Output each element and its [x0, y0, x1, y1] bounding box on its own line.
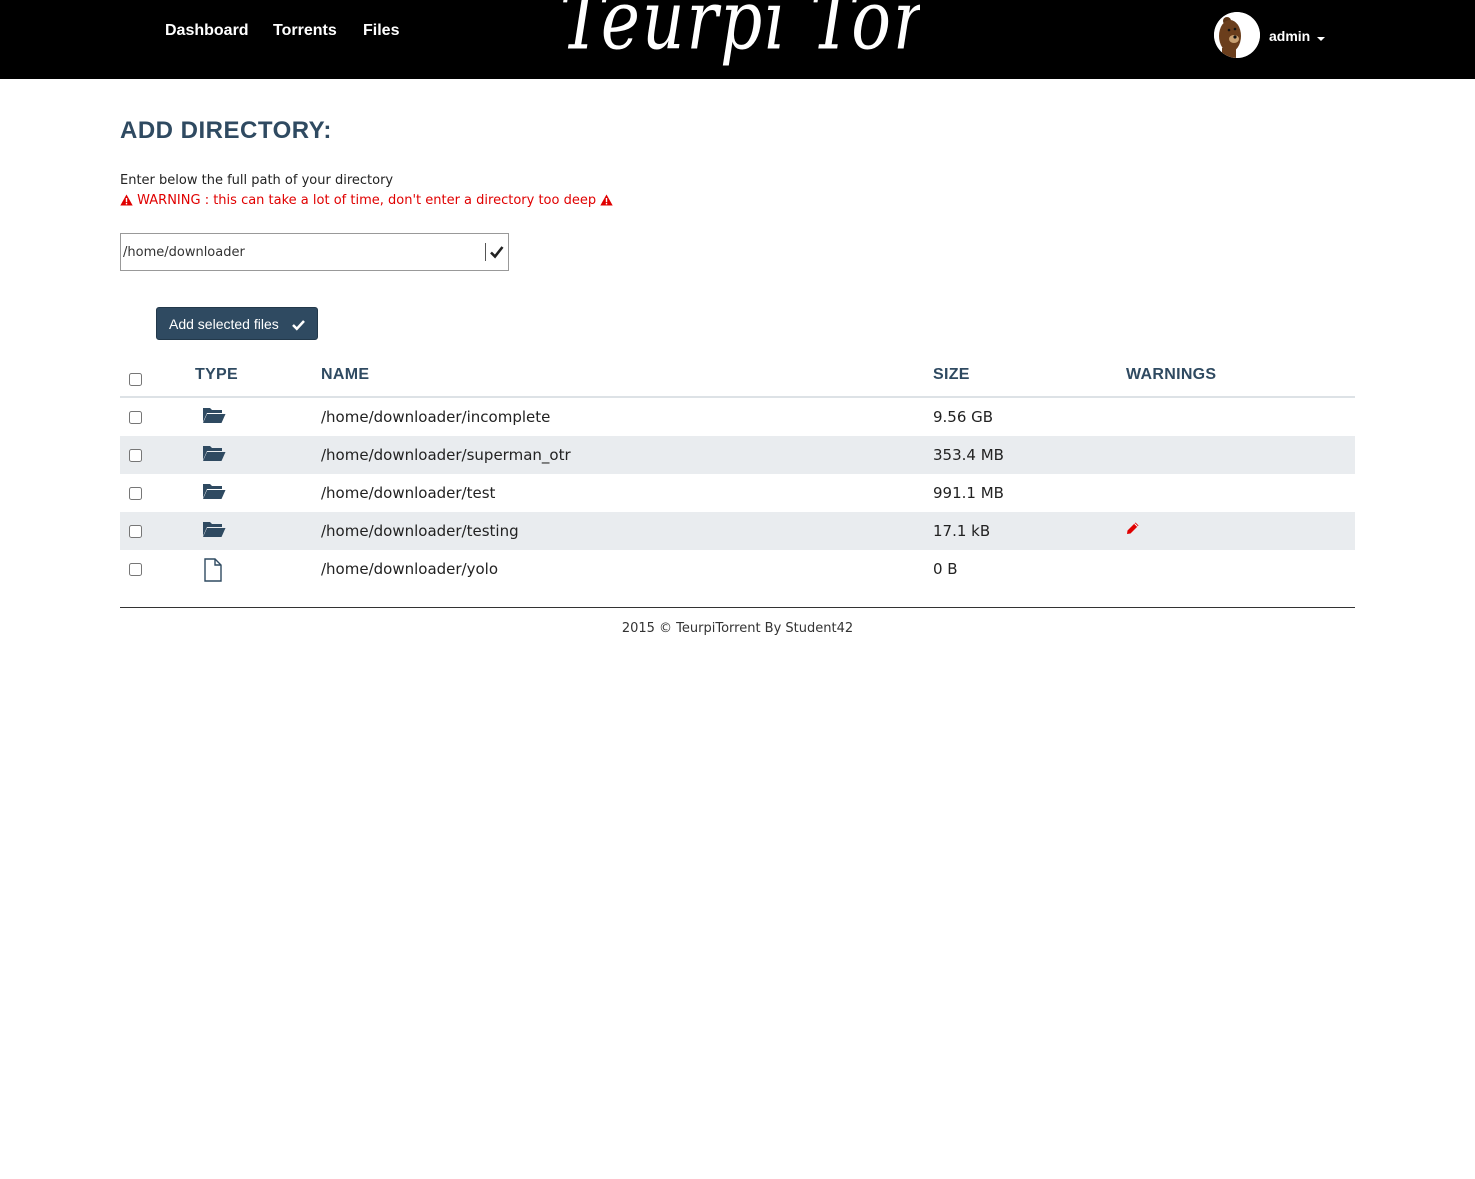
bear-avatar-icon — [1214, 12, 1260, 58]
column-header-warnings: WARNINGS — [1126, 366, 1217, 383]
file-size: 9.56 GB — [933, 408, 994, 426]
column-header-type: TYPE — [195, 366, 238, 383]
folder-icon — [202, 520, 226, 542]
table-row: /home/downloader/superman_otr 353.4 MB — [120, 436, 1355, 474]
files-table: TYPE NAME SIZE WARNINGS /home/downloader… — [120, 358, 1355, 588]
footer-divider — [120, 607, 1355, 608]
file-name: /home/downloader/test — [321, 484, 496, 502]
column-header-name: NAME — [321, 366, 370, 383]
instructions-text: Enter below the full path of your direct… — [120, 173, 394, 188]
warning-message: WARNING : this can take a lot of time, d… — [120, 193, 613, 208]
footer-text: 2015 © TeurpiTorrent By Student42 — [621, 621, 854, 636]
nav-link-files[interactable]: Files — [363, 22, 399, 40]
file-icon — [202, 558, 224, 586]
folder-icon — [202, 444, 226, 466]
nav-link-dashboard[interactable]: Dashboard — [165, 22, 249, 40]
logo-text: Teurpi Torrent — [560, 0, 920, 69]
row-checkbox[interactable] — [129, 487, 142, 500]
add-button-label: Add selected files — [169, 316, 279, 332]
select-all-checkbox[interactable] — [129, 373, 142, 386]
table-header: TYPE NAME SIZE WARNINGS — [120, 358, 1355, 398]
table-row: /home/downloader/incomplete 9.56 GB — [120, 398, 1355, 436]
table-row: /home/downloader/test 991.1 MB — [120, 474, 1355, 512]
folder-icon — [202, 482, 226, 504]
row-checkbox[interactable] — [129, 563, 142, 576]
file-size: 353.4 MB — [933, 446, 1004, 464]
warning-triangle-icon — [600, 194, 613, 206]
warning-text: WARNING : this can take a lot of time, d… — [137, 193, 597, 208]
directory-path-input[interactable] — [121, 234, 478, 270]
path-submit-check-icon[interactable] — [485, 243, 506, 261]
add-selected-files-button[interactable]: Add selected files — [156, 307, 318, 340]
file-size: 991.1 MB — [933, 484, 1004, 502]
table-row: /home/downloader/yolo 0 B — [120, 550, 1355, 588]
top-navbar: Dashboard Torrents Files Teurpi Torrent … — [0, 0, 1475, 79]
folder-icon — [202, 406, 226, 428]
file-size: 17.1 kB — [933, 522, 991, 540]
check-icon — [292, 318, 305, 334]
warning-triangle-icon — [120, 194, 133, 206]
file-size: 0 B — [933, 560, 958, 578]
pencil-icon[interactable] — [1126, 520, 1140, 539]
directory-path-field — [120, 233, 509, 271]
table-row: /home/downloader/testing 17.1 kB — [120, 512, 1355, 550]
row-checkbox[interactable] — [129, 411, 142, 424]
file-name: /home/downloader/superman_otr — [321, 446, 571, 464]
file-name: /home/downloader/yolo — [321, 560, 499, 578]
chevron-down-icon — [1317, 37, 1325, 41]
page-title: ADD DIRECTORY: — [120, 117, 332, 144]
nav-link-torrents[interactable]: Torrents — [273, 22, 337, 40]
file-name: /home/downloader/incomplete — [321, 408, 551, 426]
site-logo[interactable]: Teurpi Torrent — [560, 0, 920, 79]
column-header-size: SIZE — [933, 366, 970, 383]
user-name: admin — [1269, 28, 1311, 44]
row-checkbox[interactable] — [129, 449, 142, 462]
file-name: /home/downloader/testing — [321, 522, 519, 540]
row-checkbox[interactable] — [129, 525, 142, 538]
